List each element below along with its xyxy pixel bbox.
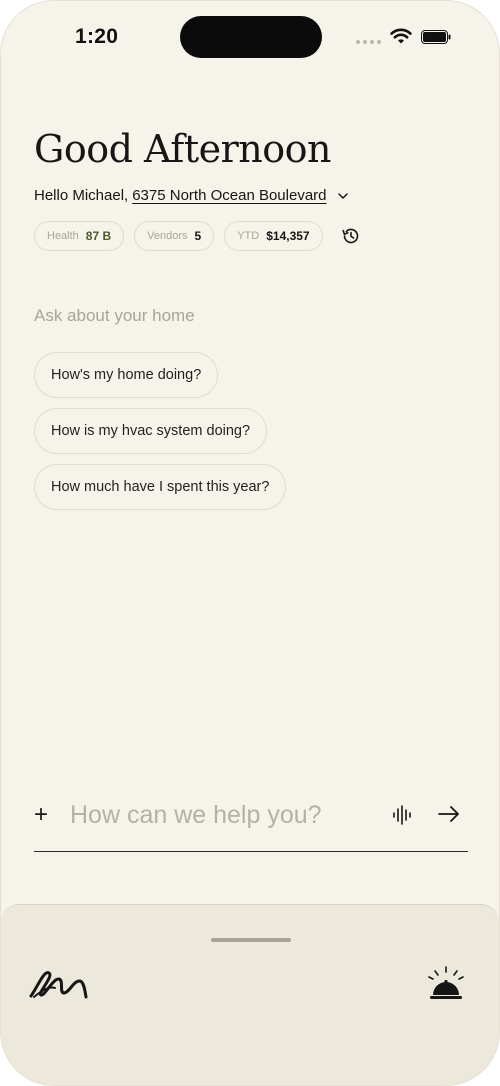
bottom-tray: [1, 904, 499, 1085]
stat-vendors-value: 5: [194, 229, 202, 243]
wifi-icon: [390, 28, 412, 44]
signal-icon: [356, 40, 381, 44]
hello-text: Hello Michael,: [34, 187, 129, 204]
voice-wave-icon[interactable]: [392, 804, 412, 826]
stat-vendors-label: Vendors: [147, 230, 188, 242]
property-address[interactable]: 6375 North Ocean Boulevard: [132, 187, 326, 204]
app-screen: 1:20 Good Afternoon Hello Michael, 6375 …: [0, 0, 500, 1086]
stats-row: Health 87 B Vendors 5 YTD $14,357: [34, 221, 361, 251]
add-attachment-button[interactable]: +: [34, 803, 52, 827]
send-button[interactable]: [437, 803, 461, 825]
stat-ytd-value: $14,357: [266, 229, 310, 243]
suggestion-chip[interactable]: How much have I spent this year?: [34, 464, 287, 510]
battery-icon: [421, 30, 451, 44]
suggestion-chip[interactable]: How's my home doing?: [34, 352, 219, 398]
suggestion-list: How's my home doing? How is my hvac syst…: [34, 352, 287, 510]
stat-ytd[interactable]: YTD $14,357: [224, 221, 323, 251]
stat-ytd-label: YTD: [237, 230, 260, 242]
page-title: Good Afternoon: [34, 127, 331, 171]
message-input[interactable]: [70, 797, 370, 833]
stat-health[interactable]: Health 87 B: [34, 221, 125, 251]
message-composer: +: [34, 791, 468, 852]
history-icon[interactable]: [341, 226, 361, 246]
concierge-bell-icon[interactable]: [426, 965, 466, 1003]
drag-handle[interactable]: [211, 938, 291, 942]
chevron-down-icon[interactable]: [337, 192, 349, 200]
dynamic-island: [180, 16, 322, 58]
suggestion-chip[interactable]: How is my hvac system doing?: [34, 408, 268, 454]
status-time: 1:20: [75, 25, 119, 48]
ask-heading: Ask about your home: [34, 306, 195, 325]
stat-health-label: Health: [47, 230, 79, 242]
stat-vendors[interactable]: Vendors 5: [134, 221, 215, 251]
stat-health-value: 87 B: [85, 229, 112, 243]
brand-logo-icon[interactable]: [28, 964, 88, 1004]
status-bar: 1:20: [1, 1, 499, 75]
property-selector[interactable]: Hello Michael, 6375 North Ocean Boulevar…: [34, 187, 349, 204]
